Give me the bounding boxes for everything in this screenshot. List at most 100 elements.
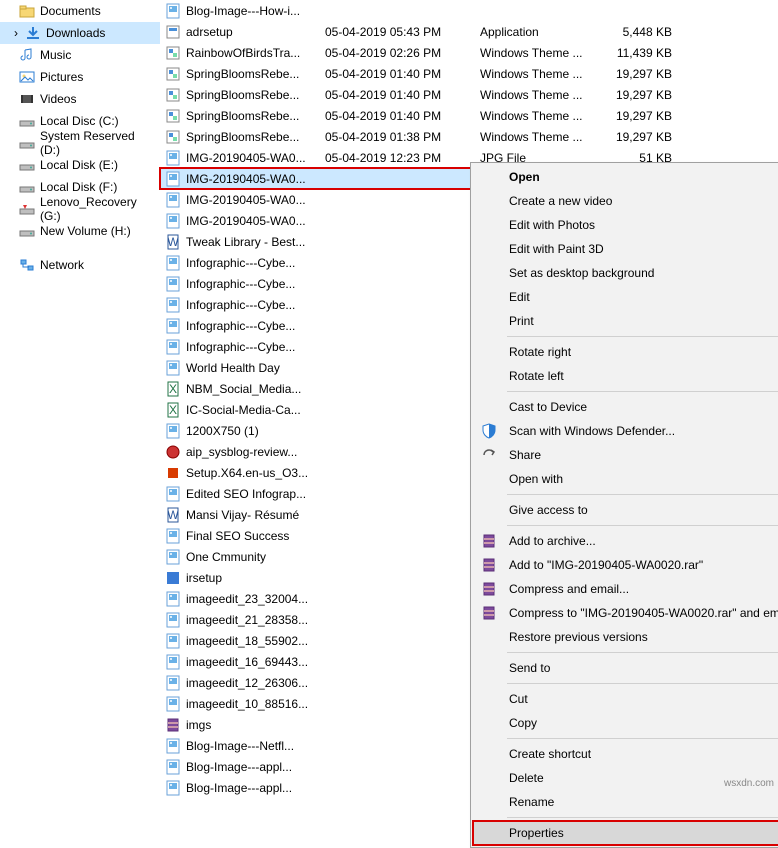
svg-text:W: W <box>167 235 179 249</box>
file-row[interactable]: adrsetup05-04-2019 05:43 PMApplication5,… <box>160 21 778 42</box>
doc-icon: W <box>164 506 182 524</box>
menu-item-properties[interactable]: Properties <box>473 821 778 845</box>
jpg-icon <box>164 548 182 566</box>
menu-item-label: Add to archive... <box>509 534 596 548</box>
menu-item-edit-with-paint-3d[interactable]: Edit with Paint 3D <box>473 237 778 261</box>
nav-item-music[interactable]: Music <box>0 44 160 66</box>
menu-item-open[interactable]: Open <box>473 165 778 189</box>
file-size: 19,297 KB <box>610 130 690 144</box>
file-name: Infographic---Cybe... <box>186 319 295 333</box>
jpg-icon <box>164 296 182 314</box>
menu-item-restore-previous-versions[interactable]: Restore previous versions <box>473 625 778 649</box>
menu-item-add-to-archive[interactable]: Add to archive... <box>473 529 778 553</box>
file-name: NBM_Social_Media... <box>186 382 301 396</box>
drive-icon <box>18 222 36 240</box>
defender-icon <box>479 421 499 441</box>
menu-item-rotate-left[interactable]: Rotate left <box>473 364 778 388</box>
nav-item-local-disk-e-[interactable]: Local Disk (E:) <box>0 154 160 176</box>
nav-item-label: Lenovo_Recovery (G:) <box>40 195 156 223</box>
jpg-icon <box>164 527 182 545</box>
file-date: 05-04-2019 05:43 PM <box>325 25 480 39</box>
file-row[interactable]: RainbowOfBirdsTra...05-04-2019 02:26 PMW… <box>160 42 778 63</box>
file-name: imageedit_16_69443... <box>186 655 308 669</box>
pictures-icon <box>18 68 36 86</box>
menu-item-share[interactable]: Share <box>473 443 778 467</box>
nav-item-documents[interactable]: Documents <box>0 0 160 22</box>
file-name: imageedit_21_28358... <box>186 613 308 627</box>
menu-item-compress-to-img-20190405-wa0020-rar-and-email[interactable]: Compress to "IMG-20190405-WA0020.rar" an… <box>473 601 778 625</box>
nav-item-pictures[interactable]: Pictures <box>0 66 160 88</box>
menu-item-edit-with-photos[interactable]: Edit with Photos <box>473 213 778 237</box>
nav-item-new-volume-h-[interactable]: New Volume (H:) <box>0 220 160 242</box>
file-row[interactable]: SpringBloomsRebe...05-04-2019 01:40 PMWi… <box>160 105 778 126</box>
menu-item-rename[interactable]: Rename <box>473 790 778 814</box>
nav-item-label: Music <box>40 48 71 62</box>
jpg-icon <box>164 422 182 440</box>
menu-item-create-shortcut[interactable]: Create shortcut <box>473 742 778 766</box>
file-name: Mansi Vijay- Résumé <box>186 508 299 522</box>
file-name: SpringBloomsRebe... <box>186 67 299 81</box>
svg-text:X: X <box>169 382 177 396</box>
file-size: 19,297 KB <box>610 88 690 102</box>
file-name: Blog-Image---How-i... <box>186 4 300 18</box>
file-type: Application <box>480 25 610 39</box>
menu-item-label: Scan with Windows Defender... <box>509 424 675 438</box>
menu-separator <box>507 494 778 495</box>
jpg-icon <box>164 485 182 503</box>
videos-icon <box>18 90 36 108</box>
jpg-icon <box>164 695 182 713</box>
file-size: 5,448 KB <box>610 25 690 39</box>
menu-separator <box>507 336 778 337</box>
menu-item-edit[interactable]: Edit <box>473 285 778 309</box>
jpg-icon <box>164 674 182 692</box>
menu-item-scan-with-windows-defender[interactable]: Scan with Windows Defender... <box>473 419 778 443</box>
network-icon <box>18 256 36 274</box>
file-name: Blog-Image---appl... <box>186 760 292 774</box>
file-date: 05-04-2019 01:40 PM <box>325 88 480 102</box>
file-name: IC-Social-Media-Ca... <box>186 403 301 417</box>
file-row[interactable]: SpringBloomsRebe...05-04-2019 01:40 PMWi… <box>160 63 778 84</box>
nav-item-label: Network <box>40 258 84 272</box>
menu-item-add-to-img-20190405-wa0020-rar[interactable]: Add to "IMG-20190405-WA0020.rar" <box>473 553 778 577</box>
menu-item-send-to[interactable]: Send to› <box>473 656 778 680</box>
file-list-pane: Blog-Image---How-i... adrsetup05-04-2019 … <box>160 0 778 793</box>
menu-item-rotate-right[interactable]: Rotate right <box>473 340 778 364</box>
file-row[interactable]: SpringBloomsRebe...05-04-2019 01:40 PMWi… <box>160 84 778 105</box>
downloads-icon <box>24 24 42 42</box>
menu-item-label: Print <box>509 314 534 328</box>
jpg-icon <box>164 317 182 335</box>
menu-item-open-with[interactable]: Open with› <box>473 467 778 491</box>
file-date: 05-04-2019 01:38 PM <box>325 130 480 144</box>
menu-item-cut[interactable]: Cut <box>473 687 778 711</box>
nav-item-network[interactable]: Network <box>0 254 160 276</box>
file-name: World Health Day <box>186 361 280 375</box>
menu-item-label: Set as desktop background <box>509 266 654 280</box>
drive-icon <box>18 134 36 152</box>
watermark: wsxdn.com <box>724 778 774 789</box>
theme-icon <box>164 86 182 104</box>
theme-icon <box>164 44 182 62</box>
file-row[interactable]: Blog-Image---How-i... <box>160 0 778 21</box>
menu-item-cast-to-device[interactable]: Cast to Device› <box>473 395 778 419</box>
file-name: Edited SEO Infograp... <box>186 487 306 501</box>
drive-icon <box>18 178 36 196</box>
doc-icon: W <box>164 233 182 251</box>
file-type: Windows Theme ... <box>480 88 610 102</box>
nav-item-lenovo-recovery-g-[interactable]: Lenovo_Recovery (G:) <box>0 198 160 220</box>
menu-item-set-as-desktop-background[interactable]: Set as desktop background <box>473 261 778 285</box>
menu-item-print[interactable]: Print <box>473 309 778 333</box>
nav-item-videos[interactable]: Videos <box>0 88 160 110</box>
share-icon <box>479 445 499 465</box>
menu-item-compress-and-email[interactable]: Compress and email... <box>473 577 778 601</box>
svg-text:W: W <box>167 508 179 522</box>
menu-item-copy[interactable]: Copy <box>473 711 778 735</box>
jpg-icon <box>164 149 182 167</box>
jpg-icon <box>164 611 182 629</box>
menu-item-give-access-to[interactable]: Give access to› <box>473 498 778 522</box>
nav-item-system-reserved-d-[interactable]: System Reserved (D:) <box>0 132 160 154</box>
nav-item-downloads[interactable]: ›Downloads <box>0 22 160 44</box>
menu-item-label: Rotate left <box>509 369 564 383</box>
app-icon <box>164 23 182 41</box>
file-row[interactable]: SpringBloomsRebe...05-04-2019 01:38 PMWi… <box>160 126 778 147</box>
menu-item-create-a-new-video[interactable]: Create a new video <box>473 189 778 213</box>
